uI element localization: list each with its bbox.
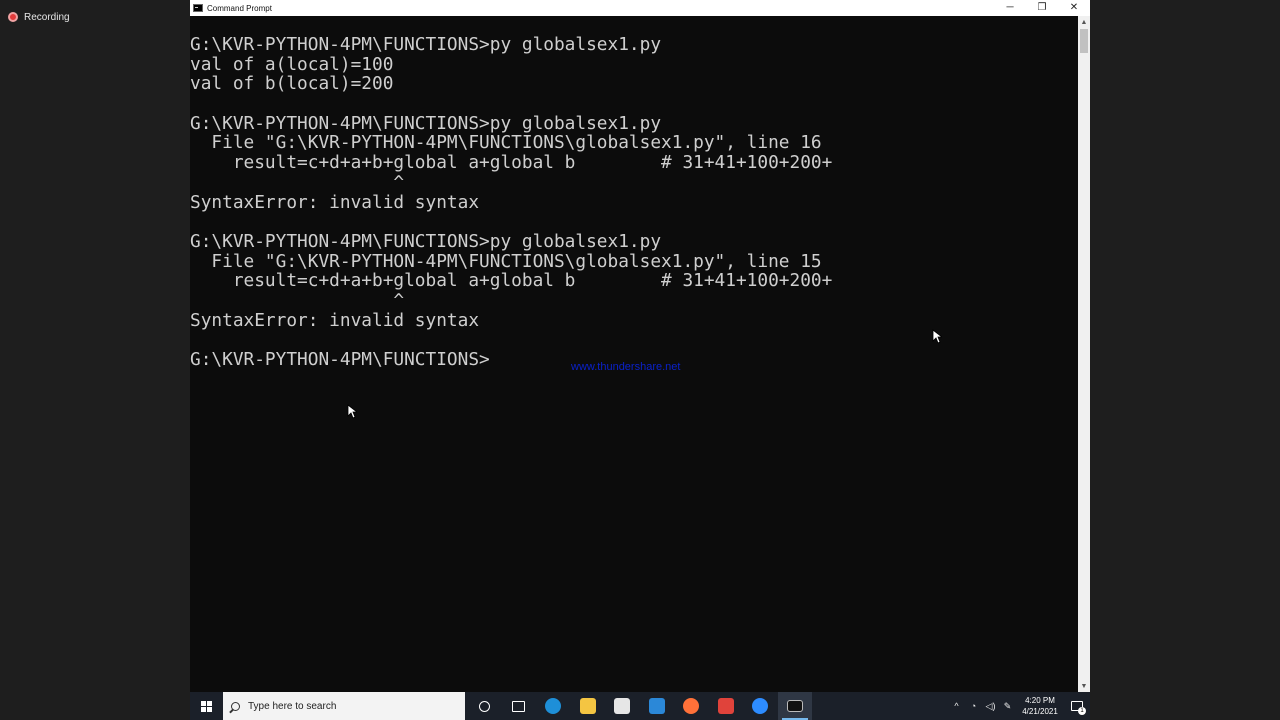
window-controls: ─ ❐ ✕ bbox=[994, 0, 1090, 16]
minimize-button[interactable]: ─ bbox=[994, 0, 1026, 16]
file-explorer-taskbar-button[interactable] bbox=[571, 692, 606, 720]
mail-taskbar-button[interactable] bbox=[640, 692, 675, 720]
console-line: val of a(local)=100 bbox=[190, 53, 394, 75]
recording-icon bbox=[8, 12, 18, 22]
app-red-icon bbox=[717, 698, 734, 714]
window-titlebar[interactable]: Command Prompt ─ ❐ ✕ bbox=[190, 0, 1090, 16]
clock-time: 4:20 PM bbox=[1025, 696, 1055, 705]
recording-label: Recording bbox=[24, 11, 70, 23]
command-prompt-icon bbox=[786, 700, 803, 712]
console-line: G:\KVR-PYTHON-4PM\FUNCTIONS>py globalsex… bbox=[190, 34, 662, 55]
pen-icon[interactable]: ✎ bbox=[999, 692, 1016, 720]
taskbar-search-box[interactable]: Type here to search bbox=[223, 692, 465, 720]
search-placeholder: Type here to search bbox=[248, 700, 337, 712]
taskbar: Type here to search ^ ◔ ◁) ✎ 4:20 PM 4/2… bbox=[190, 692, 1090, 720]
console-line: result=c+d+a+b+global a+global b # 31+41… bbox=[190, 270, 833, 292]
console-line: ^ bbox=[190, 171, 405, 193]
start-button[interactable] bbox=[190, 692, 223, 720]
console-line: G:\KVR-PYTHON-4PM\FUNCTIONS>py globalsex… bbox=[190, 112, 662, 134]
store-taskbar-button[interactable] bbox=[605, 692, 640, 720]
firefox-taskbar-button[interactable] bbox=[674, 692, 709, 720]
close-button[interactable]: ✕ bbox=[1058, 0, 1090, 16]
scroll-down-icon[interactable]: ▼ bbox=[1078, 680, 1090, 692]
window-title: Command Prompt bbox=[207, 3, 272, 13]
store-icon bbox=[614, 698, 631, 714]
chevron-up-icon[interactable]: ^ bbox=[948, 692, 965, 720]
taskbar-apps bbox=[467, 692, 812, 720]
command-prompt-taskbar-button[interactable] bbox=[777, 692, 812, 720]
file-explorer-icon bbox=[579, 698, 596, 714]
scroll-thumb[interactable] bbox=[1080, 29, 1088, 53]
watermark: www.thundershare.net bbox=[571, 361, 681, 373]
zoom-icon bbox=[752, 698, 769, 714]
zoom-taskbar-button[interactable] bbox=[743, 692, 778, 720]
cortana-icon bbox=[478, 700, 490, 712]
volume-icon[interactable]: ◁) bbox=[982, 692, 999, 720]
console-line: ^ bbox=[190, 289, 405, 311]
console-line: G:\KVR-PYTHON-4PM\FUNCTIONS>py globalsex… bbox=[190, 230, 662, 252]
cortana-taskbar-button[interactable] bbox=[467, 692, 502, 720]
task-view-taskbar-button[interactable] bbox=[502, 692, 537, 720]
command-prompt-window[interactable]: Command Prompt ─ ❐ ✕ G:\KVR-PYTHON-4PM\F… bbox=[190, 0, 1090, 692]
recording-indicator: Recording bbox=[8, 8, 70, 26]
network-icon[interactable]: ◔ bbox=[965, 692, 982, 720]
firefox-icon bbox=[683, 698, 700, 714]
taskbar-clock[interactable]: 4:20 PM 4/21/2021 bbox=[1016, 695, 1064, 717]
console-line: File "G:\KVR-PYTHON-4PM\FUNCTIONS\global… bbox=[190, 250, 822, 272]
console-line: SyntaxError: invalid syntax bbox=[190, 191, 480, 213]
console-line: result=c+d+a+b+global a+global b # 31+41… bbox=[190, 152, 833, 174]
mail-icon bbox=[648, 698, 665, 714]
clock-date: 4/21/2021 bbox=[1022, 707, 1058, 716]
edge-icon bbox=[545, 698, 562, 714]
console-output[interactable]: G:\KVR-PYTHON-4PM\FUNCTIONS>py globalsex… bbox=[190, 35, 1076, 370]
command-prompt-icon bbox=[193, 4, 203, 12]
mouse-cursor-icon bbox=[347, 404, 357, 419]
system-tray: ^ ◔ ◁) ✎ 4:20 PM 4/21/2021 1 bbox=[948, 692, 1090, 720]
mouse-cursor-icon bbox=[932, 329, 942, 344]
edge-taskbar-button[interactable] bbox=[536, 692, 571, 720]
windows-icon bbox=[201, 700, 212, 712]
console-line: SyntaxError: invalid syntax bbox=[190, 309, 480, 331]
console-line: val of b(local)=200 bbox=[190, 73, 394, 95]
desktop: Recording Command Prompt ─ ❐ ✕ G:\KVR-PY… bbox=[0, 0, 1280, 720]
app-red-taskbar-button[interactable] bbox=[709, 692, 744, 720]
search-icon bbox=[231, 701, 240, 711]
task-view-icon bbox=[512, 700, 526, 712]
notification-badge: 1 bbox=[1078, 707, 1086, 715]
console-line: File "G:\KVR-PYTHON-4PM\FUNCTIONS\global… bbox=[190, 132, 822, 154]
restore-button[interactable]: ❐ bbox=[1026, 0, 1058, 16]
notification-center-button[interactable]: 1 bbox=[1064, 692, 1090, 720]
vertical-scrollbar[interactable]: ▲ ▼ bbox=[1078, 16, 1090, 692]
scroll-up-icon[interactable]: ▲ bbox=[1078, 16, 1090, 28]
